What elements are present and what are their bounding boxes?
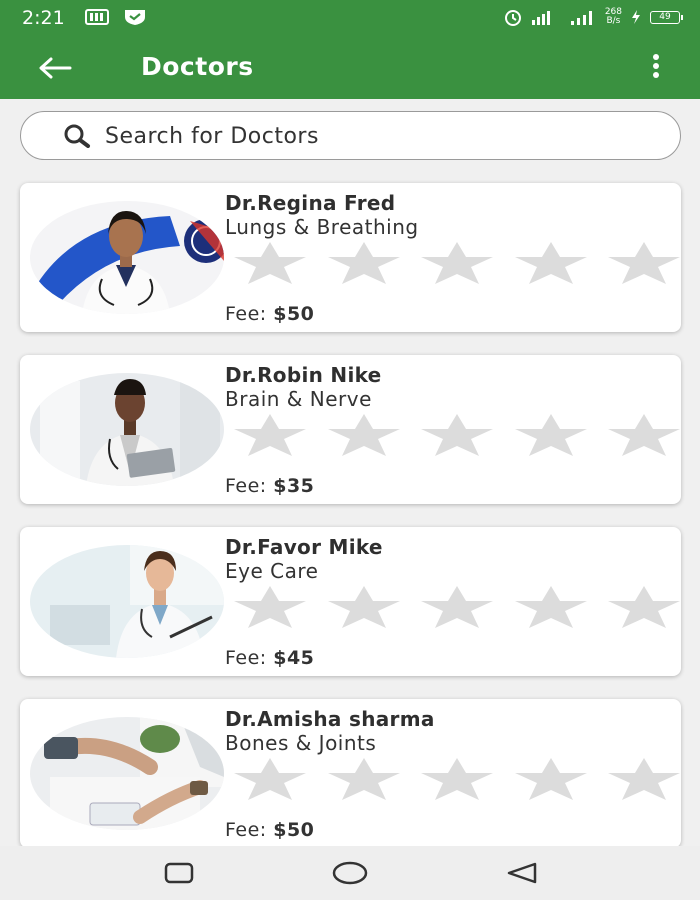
doctor-photo	[30, 717, 224, 830]
star-icon[interactable]	[513, 240, 589, 286]
doctor-fee: Fee: $50	[225, 819, 314, 841]
star-icon[interactable]	[606, 756, 682, 802]
system-nav-bar	[0, 846, 700, 900]
star-icon[interactable]	[513, 756, 589, 802]
star-icon[interactable]	[606, 584, 682, 630]
fee-label: Fee:	[225, 303, 267, 325]
search-input[interactable]	[105, 121, 665, 151]
page-title: Doctors	[141, 52, 254, 81]
square-icon[interactable]	[162, 858, 196, 888]
doctor-fee: Fee: $35	[225, 475, 314, 497]
star-icon[interactable]	[513, 412, 589, 458]
doctor-card[interactable]: Dr.Favor Mike Eye Care Fee: $45	[20, 527, 681, 676]
star-icon[interactable]	[232, 756, 308, 802]
star-icon[interactable]	[419, 584, 495, 630]
more-vert-icon[interactable]	[644, 54, 668, 82]
signal-bars-icon	[570, 11, 592, 25]
app-bar: 2:21 268 B/s 49 Doctors	[0, 0, 700, 99]
doctor-fee: Fee: $50	[225, 303, 314, 325]
shield-notification-icon	[125, 10, 145, 25]
doctor-photo	[30, 373, 224, 486]
star-icon[interactable]	[419, 412, 495, 458]
doctor-fee: Fee: $45	[225, 647, 314, 669]
star-icon[interactable]	[606, 240, 682, 286]
search-icon	[64, 124, 90, 148]
star-icon[interactable]	[326, 756, 402, 802]
fee-label: Fee:	[225, 647, 267, 669]
star-icon[interactable]	[232, 412, 308, 458]
doctor-card[interactable]: Dr.Amisha sharma Bones & Joints Fee: $50	[20, 699, 681, 848]
battery-indicator: 49	[650, 10, 683, 24]
doctor-specialty: Brain & Nerve	[225, 387, 372, 411]
doctor-name: Dr.Robin Nike	[225, 363, 382, 387]
search-bar[interactable]	[20, 111, 681, 160]
fee-amount: $50	[273, 303, 315, 325]
star-icon[interactable]	[326, 240, 402, 286]
circle-icon[interactable]	[331, 858, 369, 888]
doctor-card[interactable]: Dr.Robin Nike Brain & Nerve Fee: $35	[20, 355, 681, 504]
status-right-group: 268 B/s 49	[503, 6, 683, 28]
fee-label: Fee:	[225, 475, 267, 497]
fee-amount: $45	[273, 647, 315, 669]
star-icon[interactable]	[232, 240, 308, 286]
triangle-icon[interactable]	[504, 858, 540, 888]
fee-amount: $35	[273, 475, 315, 497]
doctor-specialty: Lungs & Breathing	[225, 215, 419, 239]
paytm-notification-icon	[85, 9, 109, 25]
doctor-photo	[30, 201, 224, 314]
arrow-left-icon[interactable]	[36, 54, 74, 82]
rating-bar[interactable]	[232, 240, 681, 288]
star-icon[interactable]	[326, 584, 402, 630]
doctor-photo	[30, 545, 224, 658]
doctor-name: Dr.Favor Mike	[225, 535, 383, 559]
net-speed-unit: B/s	[606, 16, 621, 26]
doctor-specialty: Bones & Joints	[225, 731, 377, 755]
star-icon[interactable]	[513, 584, 589, 630]
rating-bar[interactable]	[232, 584, 681, 632]
fee-amount: $50	[273, 819, 315, 841]
rating-bar[interactable]	[232, 412, 681, 460]
menu-dot	[653, 63, 659, 69]
rating-bar[interactable]	[232, 756, 681, 804]
doctor-specialty: Eye Care	[225, 559, 319, 583]
doctor-name: Dr.Regina Fred	[225, 191, 396, 215]
status-bar: 2:21 268 B/s 49	[0, 0, 700, 36]
star-icon[interactable]	[326, 412, 402, 458]
star-icon[interactable]	[419, 756, 495, 802]
status-time: 2:21	[22, 7, 65, 29]
charging-bolt-icon	[632, 10, 640, 24]
menu-dot	[653, 54, 659, 60]
signal-4g-icon	[531, 11, 550, 25]
doctor-card[interactable]: Dr.Regina Fred Lungs & Breathing Fee: $5…	[20, 183, 681, 332]
net-speed: 268 B/s	[605, 8, 622, 26]
star-icon[interactable]	[232, 584, 308, 630]
doctor-name: Dr.Amisha sharma	[225, 707, 435, 731]
star-icon[interactable]	[606, 412, 682, 458]
alarm-icon	[504, 10, 521, 26]
menu-dot	[653, 72, 659, 78]
star-icon[interactable]	[419, 240, 495, 286]
fee-label: Fee:	[225, 819, 267, 841]
